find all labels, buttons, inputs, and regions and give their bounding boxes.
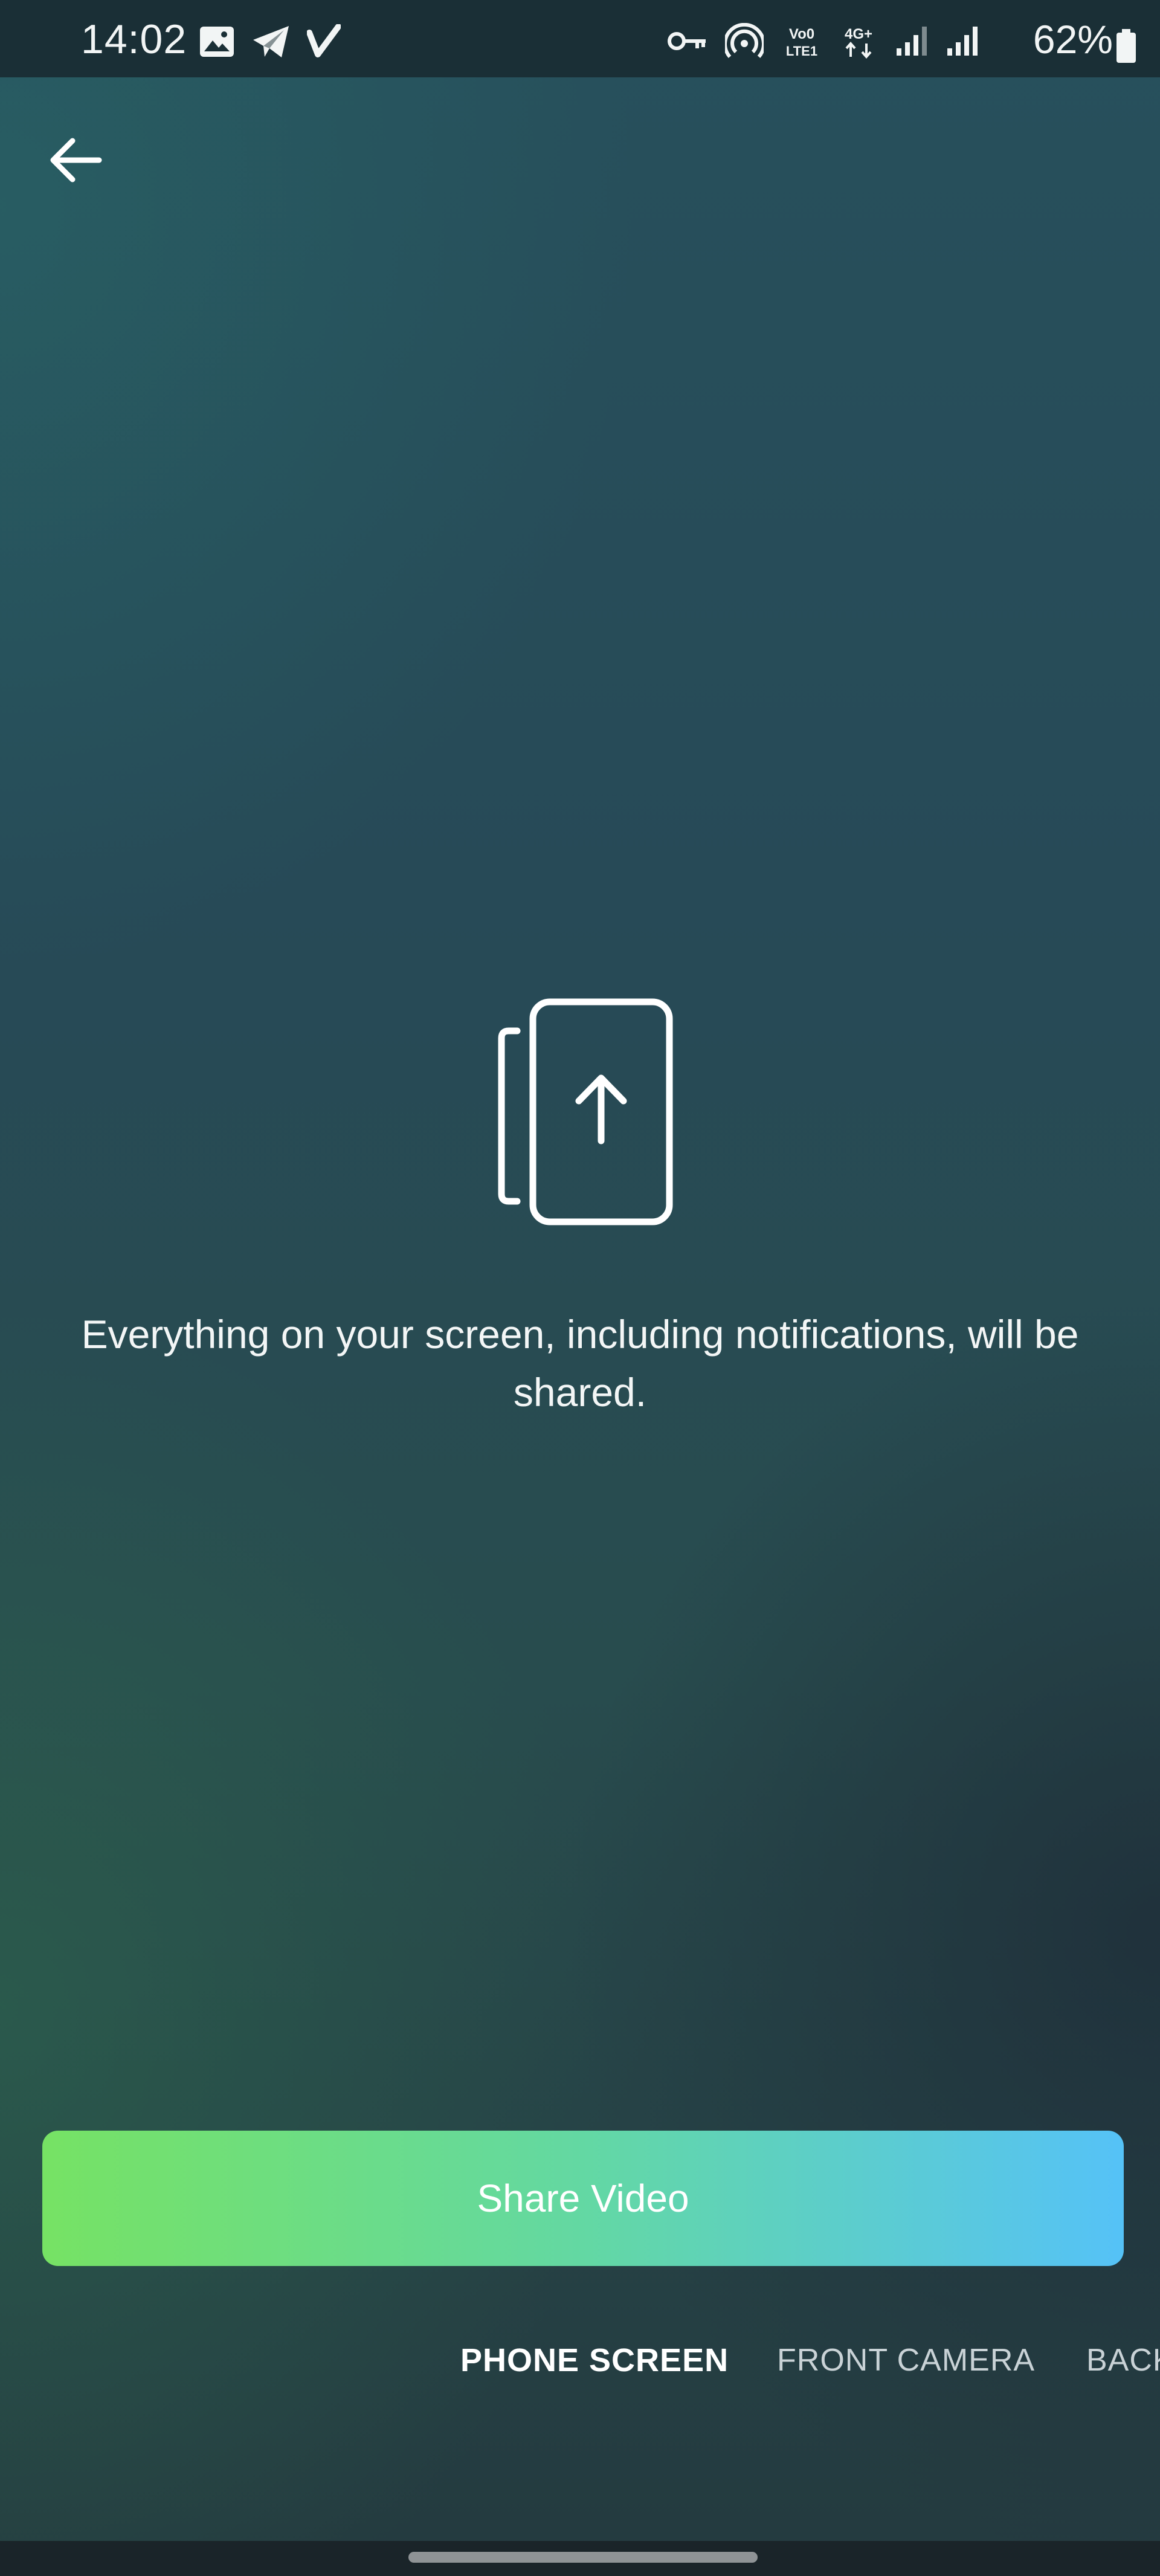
vpn-check-icon (307, 24, 341, 59)
battery-percent: 62% (1033, 17, 1113, 62)
status-right-icons: Vo0 LTE1 4G+ (667, 23, 979, 59)
screen-share-screen: 14:02 Vo0 LTE1 4G+ 62% Everything on you… (0, 0, 1160, 2576)
hotspot-icon (725, 23, 764, 59)
screen-share-description: Everything on your screen, including not… (81, 1312, 1079, 1415)
arrow-left-icon (48, 136, 103, 184)
home-indicator[interactable] (408, 2552, 758, 2563)
svg-text:4G+: 4G+ (845, 26, 872, 42)
volte-icon: Vo0 LTE1 (781, 23, 823, 59)
status-bar: 14:02 Vo0 LTE1 4G+ 62% (0, 0, 1160, 77)
share-video-button[interactable]: Share Video (42, 2131, 1124, 2266)
telegram-icon (251, 24, 291, 59)
screen-share-upload-icon (489, 997, 677, 1227)
navigation-bar (0, 2541, 1160, 2576)
signal-icon (894, 24, 928, 58)
status-time: 14:02 (81, 16, 187, 62)
key-icon (667, 28, 708, 54)
4g-icon: 4G+ (840, 23, 877, 59)
tab-phone-screen[interactable]: PHONE SCREEN (460, 2330, 729, 2390)
battery-icon (1115, 29, 1137, 64)
tab-back-camera[interactable]: BACK (1086, 2330, 1160, 2390)
signal-icon (945, 24, 979, 58)
gallery-icon (198, 25, 236, 59)
video-source-tabs: PHONE SCREEN FRONT CAMERA BACK (0, 2330, 1160, 2390)
svg-text:LTE1: LTE1 (786, 44, 817, 59)
svg-text:Vo0: Vo0 (789, 26, 814, 42)
tab-front-camera[interactable]: FRONT CAMERA (777, 2330, 1035, 2390)
screen-share-illustration (489, 997, 677, 1227)
status-left-icons (198, 24, 341, 59)
back-button[interactable] (42, 127, 109, 193)
